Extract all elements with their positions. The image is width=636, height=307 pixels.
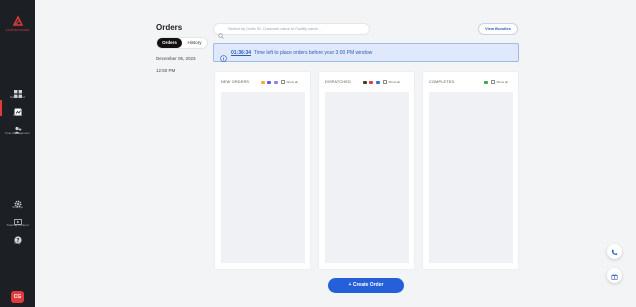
avatar[interactable]: CG (11, 291, 24, 303)
video-icon (13, 213, 22, 225)
current-time: 12:50 PM (156, 68, 176, 73)
sidebar-item-label: Training Content (6, 223, 29, 227)
show-all-checkbox[interactable] (490, 80, 495, 84)
column-dispatched: DISPATCHED Show all (318, 71, 415, 270)
show-all-toggle[interactable]: Show all (280, 80, 298, 84)
tab-orders[interactable]: Orders (157, 38, 182, 48)
order-window-banner: 01:36:34 Time left to place orders befor… (213, 43, 519, 62)
tab-history[interactable]: History (182, 38, 207, 48)
column-card-list (221, 92, 305, 263)
countdown-timer[interactable]: 01:36:34 (231, 50, 251, 56)
status-legend: Show all (481, 80, 508, 84)
sidebar-item-label: FAQ (14, 241, 21, 245)
sidebar-item-label: Dashboard (10, 95, 25, 99)
brand-name: FARMDOOMER (5, 28, 30, 32)
search-input[interactable] (228, 27, 368, 31)
status-dot[interactable] (267, 80, 271, 84)
page-title: Orders (156, 23, 183, 32)
sidebar-item-faq[interactable]: ? FAQ (0, 231, 35, 245)
status-dot[interactable] (375, 80, 380, 84)
sidebar-item-orders[interactable]: Orders (0, 100, 35, 117)
show-all-checkbox[interactable] (280, 80, 285, 84)
column-card-list (325, 92, 409, 263)
gift-button[interactable] (607, 268, 622, 283)
search-icon (218, 26, 224, 39)
search-bar (213, 23, 370, 39)
banner-message: Time left to place orders before your 3:… (254, 49, 373, 56)
gear-icon (14, 195, 22, 208)
sidebar-item-dashboard[interactable]: Dashboard (0, 85, 35, 99)
view-bundles-button[interactable]: View Bundles (478, 23, 518, 35)
status-dot[interactable] (273, 80, 278, 84)
column-completed: COMPLETED Show all (422, 71, 519, 270)
column-title: NEW ORDERS (221, 80, 250, 84)
order-tabs: Orders History (156, 37, 208, 49)
sidebar-item-settings[interactable]: Settings (0, 195, 35, 209)
status-dot[interactable] (483, 80, 488, 84)
status-legend: Show all (360, 80, 400, 84)
farm-logo-icon (12, 14, 24, 26)
phone-icon (611, 243, 618, 261)
status-dot[interactable] (362, 80, 367, 84)
show-all-toggle[interactable]: Show all (382, 80, 400, 84)
orders-icon (14, 103, 22, 116)
status-dot[interactable] (369, 80, 373, 84)
sidebar-item-training-content[interactable]: Training Content (0, 213, 35, 227)
call-support-button[interactable] (607, 244, 622, 259)
sidebar-item-label: Settings (12, 205, 23, 209)
sidebar-item-label: User Management (5, 131, 30, 135)
show-all-checkbox[interactable] (382, 80, 387, 84)
sidebar-item-label: Orders (12, 113, 23, 117)
show-all-toggle[interactable]: Show all (490, 80, 508, 84)
sidebar-item-user-management[interactable]: User Management (0, 121, 35, 135)
column-title: COMPLETED (429, 80, 455, 84)
sidebar: FARMDOOMER Dashboard Orders User Managem… (0, 0, 35, 307)
create-order-button[interactable]: + Create Order (328, 278, 404, 293)
show-all-label: Show all (286, 80, 298, 84)
users-icon (13, 121, 22, 134)
gift-icon (611, 267, 618, 285)
current-date: December 05, 2023 (156, 56, 196, 61)
column-title: DISPATCHED (325, 80, 351, 84)
help-icon: ? (13, 231, 22, 244)
show-all-label: Show all (388, 80, 400, 84)
info-icon (220, 49, 227, 62)
column-card-list (429, 92, 513, 263)
show-all-label: Show all (496, 80, 508, 84)
brand-logo[interactable]: FARMDOOMER (4, 14, 31, 32)
column-new-orders: NEW ORDERS Show all (214, 71, 311, 270)
grid-icon (13, 85, 22, 98)
status-legend: Show all (258, 80, 298, 84)
status-dot[interactable] (260, 80, 265, 84)
